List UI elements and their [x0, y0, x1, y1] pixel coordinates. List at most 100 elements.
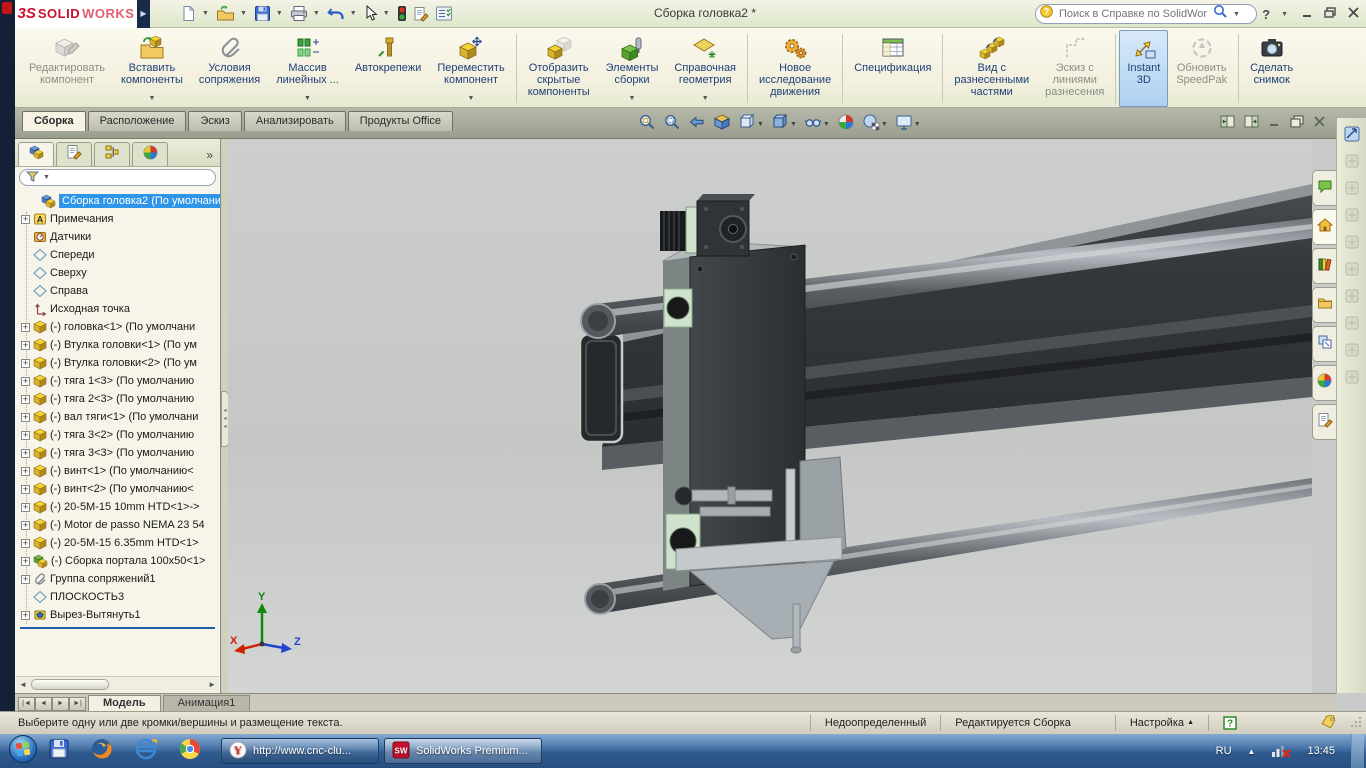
- open-dropdown-icon[interactable]: ▼: [240, 10, 247, 17]
- previous-view-button[interactable]: [688, 113, 706, 136]
- zoom-to-fit-button[interactable]: [638, 113, 656, 136]
- scroll-left-icon[interactable]: ◄: [19, 680, 27, 689]
- expand-icon[interactable]: +: [21, 466, 30, 476]
- expand-icon[interactable]: +: [21, 448, 30, 458]
- view-orientation-button[interactable]: ▼: [738, 113, 764, 136]
- ribbon-button-snapshot[interactable]: Сделать снимок: [1242, 30, 1301, 107]
- network-status-icon[interactable]: [1271, 742, 1292, 761]
- view-orientation-dropdown-icon[interactable]: ▼: [757, 121, 764, 128]
- tree-item[interactable]: + (-) 20-5M-15 10mm HTD<1>->: [15, 498, 220, 516]
- expand-icon[interactable]: +: [21, 574, 30, 584]
- ribbon-button-reference-geometry[interactable]: Справочная геометрия ▼: [666, 30, 744, 107]
- tree-item[interactable]: + (-) Втулка головки<2> (По ум: [15, 354, 220, 372]
- ribbon-button-exploded-view[interactable]: Вид с разнесенными частями: [946, 30, 1037, 107]
- properties-icon[interactable]: [411, 5, 431, 23]
- show-desktop-button[interactable]: [1351, 734, 1364, 768]
- expand-icon[interactable]: +: [21, 430, 30, 440]
- tree-item[interactable]: + (-) тяга 3<3> (По умолчанию: [15, 444, 220, 462]
- show-hidden-icons-button[interactable]: ▲: [1248, 747, 1256, 756]
- window-minimize-button[interactable]: [1268, 115, 1281, 133]
- expand-icon[interactable]: +: [21, 394, 30, 404]
- right-toolbar-instant-tool-icon[interactable]: [1341, 123, 1363, 145]
- tab-Анализировать[interactable]: Анализировать: [243, 111, 346, 131]
- zoom-to-area-button[interactable]: [663, 113, 681, 136]
- split-pane-right-button[interactable]: [1244, 115, 1259, 133]
- taskbar-button-solidworks[interactable]: SW SolidWorks Premium...: [384, 738, 542, 764]
- taskpane-tab-file-explorer[interactable]: [1312, 287, 1336, 323]
- expand-icon[interactable]: +: [21, 610, 30, 620]
- ribbon-button-motion-study[interactable]: Новое исследование движения: [751, 30, 839, 107]
- scroll-right-icon[interactable]: ►: [208, 680, 216, 689]
- apply-scene-dropdown-icon[interactable]: ▼: [881, 121, 888, 128]
- ribbon-button-bom[interactable]: Спецификация: [846, 30, 939, 107]
- tree-item[interactable]: + (-) тяга 3<2> (По умолчанию: [15, 426, 220, 444]
- ribbon-button-show-hidden[interactable]: Отобразить скрытые компоненты: [520, 30, 598, 107]
- panel-tab-features[interactable]: [18, 142, 54, 166]
- quick-tips-icon[interactable]: ?: [1208, 715, 1251, 731]
- save-icon[interactable]: [252, 4, 273, 23]
- menu-expand-button[interactable]: ▶: [137, 0, 150, 28]
- view-settings-dropdown-icon[interactable]: ▼: [914, 121, 921, 128]
- tree-horizontal-scrollbar[interactable]: ◄ ►: [16, 676, 219, 692]
- language-indicator[interactable]: RU: [1216, 745, 1232, 757]
- taskpane-tab-view-palette[interactable]: [1312, 326, 1336, 362]
- panel-tabs-overflow[interactable]: »: [202, 148, 217, 166]
- model-tab-nav-button[interactable]: |◄: [18, 697, 35, 711]
- tab-Эскиз[interactable]: Эскиз: [188, 111, 242, 131]
- view-settings-button[interactable]: ▼: [895, 113, 921, 136]
- scrollbar-thumb[interactable]: [30, 679, 109, 690]
- display-style-button[interactable]: ▼: [771, 113, 797, 136]
- expand-icon[interactable]: +: [21, 538, 30, 548]
- tree-item[interactable]: + (-) тяга 1<3> (По умолчанию: [15, 372, 220, 390]
- help-dropdown-icon[interactable]: ▼: [1281, 11, 1288, 18]
- expand-icon[interactable]: +: [21, 340, 30, 350]
- tree-item[interactable]: Сборка головка2 (По умолчани: [15, 192, 220, 210]
- apply-scene-button[interactable]: ▼: [862, 113, 888, 136]
- tree-item[interactable]: + (-) Сборка портала 100x50<1>: [15, 552, 220, 570]
- expand-icon[interactable]: +: [21, 502, 30, 512]
- ribbon-button-linear-pattern[interactable]: Массив линейных ... ▼: [268, 30, 347, 107]
- tree-item[interactable]: + Вырез-Вытянуть1: [15, 606, 220, 624]
- hide-show-items-button[interactable]: ▼: [804, 113, 830, 136]
- edit-appearance-button[interactable]: [837, 113, 855, 136]
- tree-item[interactable]: Справа: [15, 282, 220, 300]
- internet-explorer-icon[interactable]: [134, 737, 158, 766]
- section-view-button[interactable]: [713, 113, 731, 136]
- undo-icon[interactable]: [325, 4, 347, 23]
- expand-icon[interactable]: +: [21, 520, 30, 530]
- panel-tab-display-manager[interactable]: [132, 142, 168, 166]
- print-icon[interactable]: [288, 4, 310, 23]
- model-tab-nav-button[interactable]: ◄: [35, 697, 52, 711]
- tree-filter-input[interactable]: ▼: [19, 169, 216, 186]
- tree-item[interactable]: ПЛОСКОСТЬ3: [15, 588, 220, 606]
- new-dropdown-icon[interactable]: ▼: [202, 10, 209, 17]
- rollback-bar[interactable]: [20, 627, 215, 629]
- search-icon[interactable]: [1213, 4, 1228, 24]
- window-close-button[interactable]: [1313, 115, 1326, 133]
- expand-icon[interactable]: +: [21, 358, 30, 368]
- tab-Продукты Office[interactable]: Продукты Office: [347, 111, 454, 131]
- taskpane-tab-solidworks-resources[interactable]: [1312, 209, 1336, 245]
- taskpane-tab-forum[interactable]: [1312, 170, 1336, 206]
- clock[interactable]: 13:45: [1307, 745, 1335, 757]
- model-tab-nav-button[interactable]: ►|: [69, 697, 86, 711]
- help-search-box[interactable]: ? ▼: [1035, 4, 1257, 24]
- expand-icon[interactable]: +: [21, 322, 30, 332]
- ribbon-button-assembly-features[interactable]: Элементы сборки ▼: [598, 30, 667, 107]
- new-icon[interactable]: [178, 4, 199, 23]
- assembly-features-dropdown-icon[interactable]: ▼: [629, 93, 636, 105]
- ribbon-button-move-component[interactable]: Переместить компонент ▼: [429, 30, 512, 107]
- tree-item[interactable]: Исходная точка: [15, 300, 220, 318]
- taskbar-button-yandex[interactable]: Yhttp://www.cnc-clu...: [221, 738, 379, 764]
- save-project-icon[interactable]: [48, 738, 70, 765]
- tag-icon[interactable]: [1321, 714, 1351, 731]
- insert-components-dropdown-icon[interactable]: ▼: [148, 93, 155, 105]
- reference-geometry-dropdown-icon[interactable]: ▼: [702, 93, 709, 105]
- expand-icon[interactable]: +: [21, 412, 30, 422]
- ribbon-button-insert-components[interactable]: Вставить компоненты ▼: [113, 30, 191, 107]
- status-custom-button[interactable]: Настройка ▲: [1114, 715, 1208, 731]
- tree-item[interactable]: + Группа сопряжений1: [15, 570, 220, 588]
- filter-dropdown-icon[interactable]: ▼: [43, 174, 50, 181]
- search-input[interactable]: [1057, 7, 1209, 21]
- ribbon-button-instant3d[interactable]: Instant 3D: [1119, 30, 1169, 107]
